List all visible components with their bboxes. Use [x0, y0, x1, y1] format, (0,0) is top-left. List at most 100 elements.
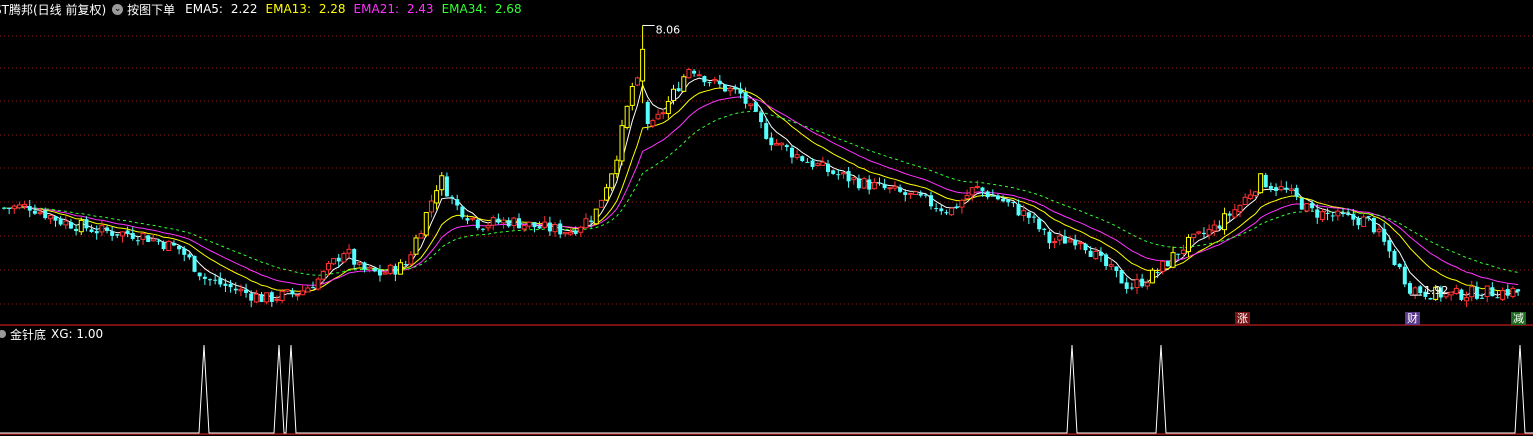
candle-down [846, 166, 851, 188]
candle-up [552, 222, 558, 237]
candle-body [1510, 287, 1516, 297]
candle-body [794, 154, 800, 158]
candle-body [964, 195, 970, 200]
candle-body [311, 287, 315, 289]
candle-down [372, 267, 377, 273]
candle-body [1062, 236, 1067, 244]
candle-body [1242, 196, 1248, 206]
candle-down [506, 217, 511, 228]
candle-down [1011, 201, 1016, 208]
candle-down [1474, 281, 1479, 301]
candle-up [140, 232, 146, 245]
candle-body [759, 112, 764, 123]
candle-body [609, 173, 615, 189]
candle-body [640, 48, 646, 82]
tag-zhang[interactable]: 涨 [1235, 312, 1250, 325]
candle-up [629, 82, 635, 111]
candle-body [1232, 209, 1238, 218]
candle-body [1119, 270, 1124, 284]
candle-body [166, 240, 172, 251]
candle-body [1140, 278, 1145, 287]
candle-body [325, 262, 331, 271]
candle-body [1160, 260, 1166, 272]
candle-body [269, 292, 274, 302]
candle-body [1310, 202, 1315, 209]
candle-body [253, 293, 259, 303]
candle-body [598, 199, 604, 208]
candle-body [37, 211, 43, 215]
candle-down [1073, 234, 1078, 250]
indicator-name[interactable]: 金针底 [10, 326, 46, 343]
candle-body [1453, 287, 1459, 294]
candle-body [990, 195, 995, 197]
candle-body [1088, 250, 1093, 257]
candle-body [1278, 186, 1284, 191]
candle-down [182, 246, 187, 262]
candle-body [125, 230, 130, 235]
candle-body [826, 163, 830, 172]
candle-body [413, 237, 419, 255]
candle-body [1011, 201, 1016, 204]
candle-down [171, 240, 176, 247]
candle-body [774, 143, 779, 146]
candle-down [68, 219, 73, 230]
stock-title[interactable]: ST腾邦(日线 前复权) [0, 1, 106, 18]
candle-up [1149, 267, 1155, 284]
candle-up [660, 109, 666, 119]
candle-up [861, 176, 867, 190]
candle-body [105, 227, 109, 231]
candle-up [305, 285, 311, 293]
candle-body [450, 196, 455, 198]
candle-down [882, 178, 887, 191]
candle-up [779, 142, 785, 151]
settings-icon[interactable]: ⌄ [112, 3, 124, 15]
candle-body [805, 161, 810, 163]
candle-down [460, 205, 465, 220]
candle-body [1052, 241, 1058, 244]
candle-up [1186, 234, 1191, 258]
tag-cai[interactable]: 财 [1405, 312, 1420, 325]
min-label: 1.92 [1424, 284, 1449, 297]
candle-body [264, 292, 270, 303]
candle-body [552, 224, 558, 233]
candle-body [624, 105, 630, 128]
candle-body [1170, 252, 1176, 268]
indicator-settings-icon[interactable] [0, 330, 6, 338]
candle-body [717, 80, 722, 85]
candle-down [800, 155, 805, 163]
candle-body [974, 185, 980, 188]
candle-up [1232, 203, 1238, 219]
candle-down [784, 143, 789, 152]
candle-up [1077, 241, 1083, 250]
candle-down [290, 287, 295, 298]
candle-body [84, 219, 89, 229]
candle-body [980, 187, 985, 191]
candle-body [177, 245, 182, 250]
candle-body [146, 235, 151, 243]
candle-body [1490, 287, 1495, 297]
candle-body [1104, 254, 1109, 267]
order-menu[interactable]: 按图下单 [127, 1, 175, 18]
tag-jian[interactable]: 减 [1511, 312, 1526, 325]
candle-body [367, 266, 373, 270]
candle-body [300, 290, 306, 296]
candle-body [784, 145, 789, 148]
candle-body [923, 194, 928, 196]
candle-down [856, 174, 861, 191]
candle-up [78, 217, 84, 235]
candle-body [692, 70, 697, 74]
candle-body [1073, 239, 1078, 246]
candle-down [146, 234, 151, 243]
candle-body [1186, 236, 1191, 253]
candle-up [815, 162, 821, 167]
candle-down [53, 215, 58, 227]
candle-body [1155, 272, 1160, 274]
stock-chart[interactable]: 8.06 1.92 [0, 0, 1533, 436]
candle-body [1026, 212, 1031, 218]
candle-body [47, 215, 53, 220]
candle-down [717, 74, 722, 88]
candle-up [578, 225, 584, 238]
candle-body [1083, 243, 1088, 251]
candle-body [161, 242, 166, 250]
candle-body [418, 233, 424, 239]
